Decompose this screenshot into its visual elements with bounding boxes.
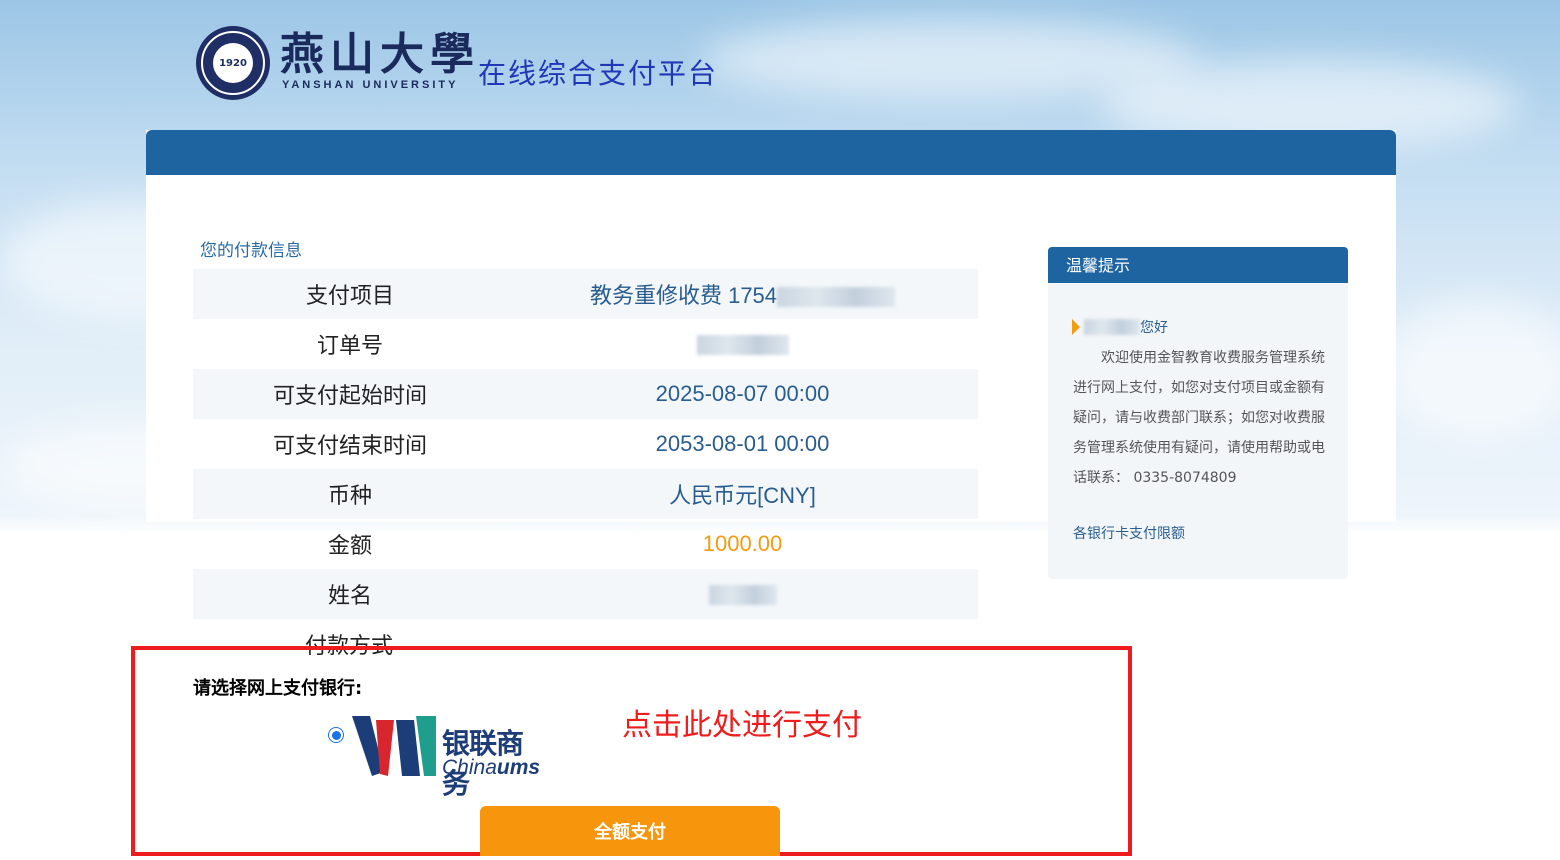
chinaums-logo[interactable]: 银联商务 Chinaums	[350, 712, 545, 800]
tips-body: 欢迎使用金智教育收费服务管理系统进行网上支付，如您对支付项目或金额有疑问，请与收…	[1073, 350, 1325, 486]
row-label: 币种	[327, 484, 372, 509]
table-row: 订单号	[193, 319, 978, 369]
title-bar	[146, 130, 1396, 175]
click-here-annotation: 点击此处进行支付	[622, 708, 862, 743]
university-name-cn: 燕山大學	[280, 29, 480, 80]
university-name-en: YANSHAN UNIVERSITY	[282, 79, 459, 91]
full-payment-button[interactable]: 全额支付	[480, 806, 780, 856]
row-label: 姓名	[327, 584, 372, 609]
university-seal-logo: 1920	[196, 26, 270, 100]
row-value: 2053-08-01 00:00	[655, 431, 830, 456]
bank-name-en: Chinaums	[442, 756, 541, 779]
bank-radio-chinaums[interactable]	[328, 727, 344, 743]
table-row: 支付项目 教务重修收费 1754	[193, 269, 978, 319]
row-value: 人民币元[CNY]	[669, 483, 816, 508]
row-label: 金额	[327, 534, 372, 559]
site-title: 在线综合支付平台	[478, 57, 719, 90]
chinaums-mark-icon	[352, 716, 436, 776]
payment-info-table: 支付项目 教务重修收费 1754 订单号 可支付起始时间 2025-08-07 …	[193, 269, 978, 619]
bank-selection-prompt: 请选择网上支付银行:	[193, 678, 363, 699]
table-row: 金额 1000.00	[193, 519, 978, 569]
bank-limits-link[interactable]: 各银行卡支付限额	[1073, 523, 1185, 543]
amount-value: 1000.00	[702, 531, 783, 556]
tips-greeting: 您好	[1072, 317, 1168, 337]
header: 1920 燕山大學 YANSHAN UNIVERSITY 在线综合支付平台	[0, 0, 1560, 130]
table-row: 可支付结束时间 2053-08-01 00:00	[193, 419, 978, 469]
row-value: 2025-08-07 00:00	[655, 381, 830, 406]
table-row: 可支付起始时间 2025-08-07 00:00	[193, 369, 978, 419]
row-value-redacted	[507, 331, 978, 357]
row-label: 订单号	[316, 334, 383, 359]
payment-info-title: 您的付款信息	[200, 241, 302, 261]
row-value: 教务重修收费 1754	[507, 278, 978, 310]
table-row: 姓名	[193, 569, 978, 619]
row-value-redacted	[507, 581, 978, 607]
row-label: 可支付结束时间	[272, 434, 427, 459]
tips-title: 温馨提示	[1048, 247, 1348, 283]
row-label: 可支付起始时间	[272, 384, 427, 409]
row-label: 支付项目	[305, 284, 394, 309]
tips-panel: 温馨提示 您好 欢迎使用金智教育收费服务管理系统进行网上支付，如您对支付项目或金…	[1048, 247, 1348, 579]
table-row: 币种 人民币元[CNY]	[193, 469, 978, 519]
arrow-icon	[1072, 319, 1080, 335]
